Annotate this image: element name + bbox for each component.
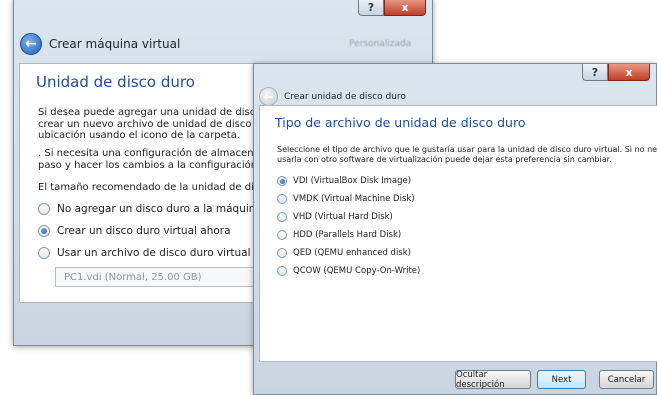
next-button[interactable]: Next	[537, 370, 586, 389]
page-title: Tipo de archivo de unidad de disco duro	[275, 115, 526, 130]
hide-description-button[interactable]: Ocultar descripción	[455, 370, 531, 390]
option-vhd[interactable]: VHD (Virtual Hard Disk)	[277, 212, 393, 222]
radio-button[interactable]	[38, 247, 50, 259]
description-paragraph: Seleccione el tipo de archivo que le gus…	[277, 145, 657, 165]
radio-button[interactable]	[38, 225, 50, 237]
radio-button[interactable]	[277, 212, 287, 222]
help-icon: ?	[591, 65, 599, 79]
close-icon: x	[625, 65, 633, 79]
wizard-content: Tipo de archivo de unidad de disco duro …	[259, 105, 657, 362]
help-button[interactable]: ?	[358, 0, 384, 16]
wizard-header: ← Crear unidad de disco duro	[259, 87, 656, 106]
option-label: VDI (VirtualBox Disk Image)	[293, 176, 412, 186]
option-hdd[interactable]: HDD (Parallels Hard Disk)	[277, 230, 401, 240]
option-label: HDD (Parallels Hard Disk)	[293, 230, 402, 240]
radio-button[interactable]	[277, 248, 287, 258]
back-arrow-icon[interactable]: ←	[259, 87, 278, 106]
description-line: Si desea puede agregar una unidad de dis…	[38, 107, 288, 118]
radio-button[interactable]	[277, 176, 287, 186]
option-vdi[interactable]: VDI (VirtualBox Disk Image)	[277, 176, 411, 186]
cancel-button[interactable]: Cancelar	[599, 370, 654, 389]
description-paragraph-1: Si desea puede agregar una unidad de dis…	[38, 107, 287, 142]
page-title: Unidad de disco duro	[36, 73, 195, 91]
wizard-header-blurred-text: Personalizada	[349, 39, 412, 49]
option-qcow[interactable]: QCOW (QEMU Copy-On-Write)	[277, 266, 420, 276]
help-button[interactable]: ?	[582, 64, 608, 81]
option-label: Crear un disco duro virtual ahora	[57, 225, 231, 237]
description-line: usarla con otro software de virtualizaci…	[277, 155, 612, 164]
option-label: QCOW (QEMU Copy-On-Write)	[293, 266, 421, 276]
close-icon: x	[401, 0, 409, 14]
description-line: ubicación usando el icono de la carpeta.	[38, 130, 241, 141]
option-label: VMDK (Virtual Machine Disk)	[293, 194, 415, 204]
option-create-disk[interactable]: Crear un disco duro virtual ahora	[38, 225, 231, 237]
option-label: VHD (Virtual Hard Disk)	[293, 212, 393, 222]
option-vmdk[interactable]: VMDK (Virtual Machine Disk)	[277, 194, 415, 204]
radio-button[interactable]	[277, 266, 287, 276]
close-button[interactable]: x	[608, 64, 650, 81]
caption-buttons: ? x	[358, 0, 426, 16]
radio-button[interactable]	[38, 203, 50, 215]
create-disk-window: ? x ← Crear unidad de disco duro Tipo de…	[253, 63, 657, 395]
back-arrow-icon[interactable]: ←	[20, 33, 42, 55]
radio-button[interactable]	[277, 194, 287, 204]
description-line: Seleccione el tipo de archivo que le gus…	[277, 145, 657, 154]
description-line: crear un nuevo archivo de unidad de disc…	[38, 118, 287, 130]
option-qed[interactable]: QED (QEMU enhanced disk)	[277, 248, 411, 258]
caption-buttons: ? x	[582, 64, 650, 81]
close-button[interactable]: x	[384, 0, 426, 16]
wizard-title: Crear máquina virtual	[49, 37, 181, 51]
help-icon: ?	[367, 0, 375, 14]
option-label: QED (QEMU enhanced disk)	[293, 248, 411, 258]
radio-button[interactable]	[277, 230, 287, 240]
wizard-title: Crear unidad de disco duro	[284, 91, 406, 102]
